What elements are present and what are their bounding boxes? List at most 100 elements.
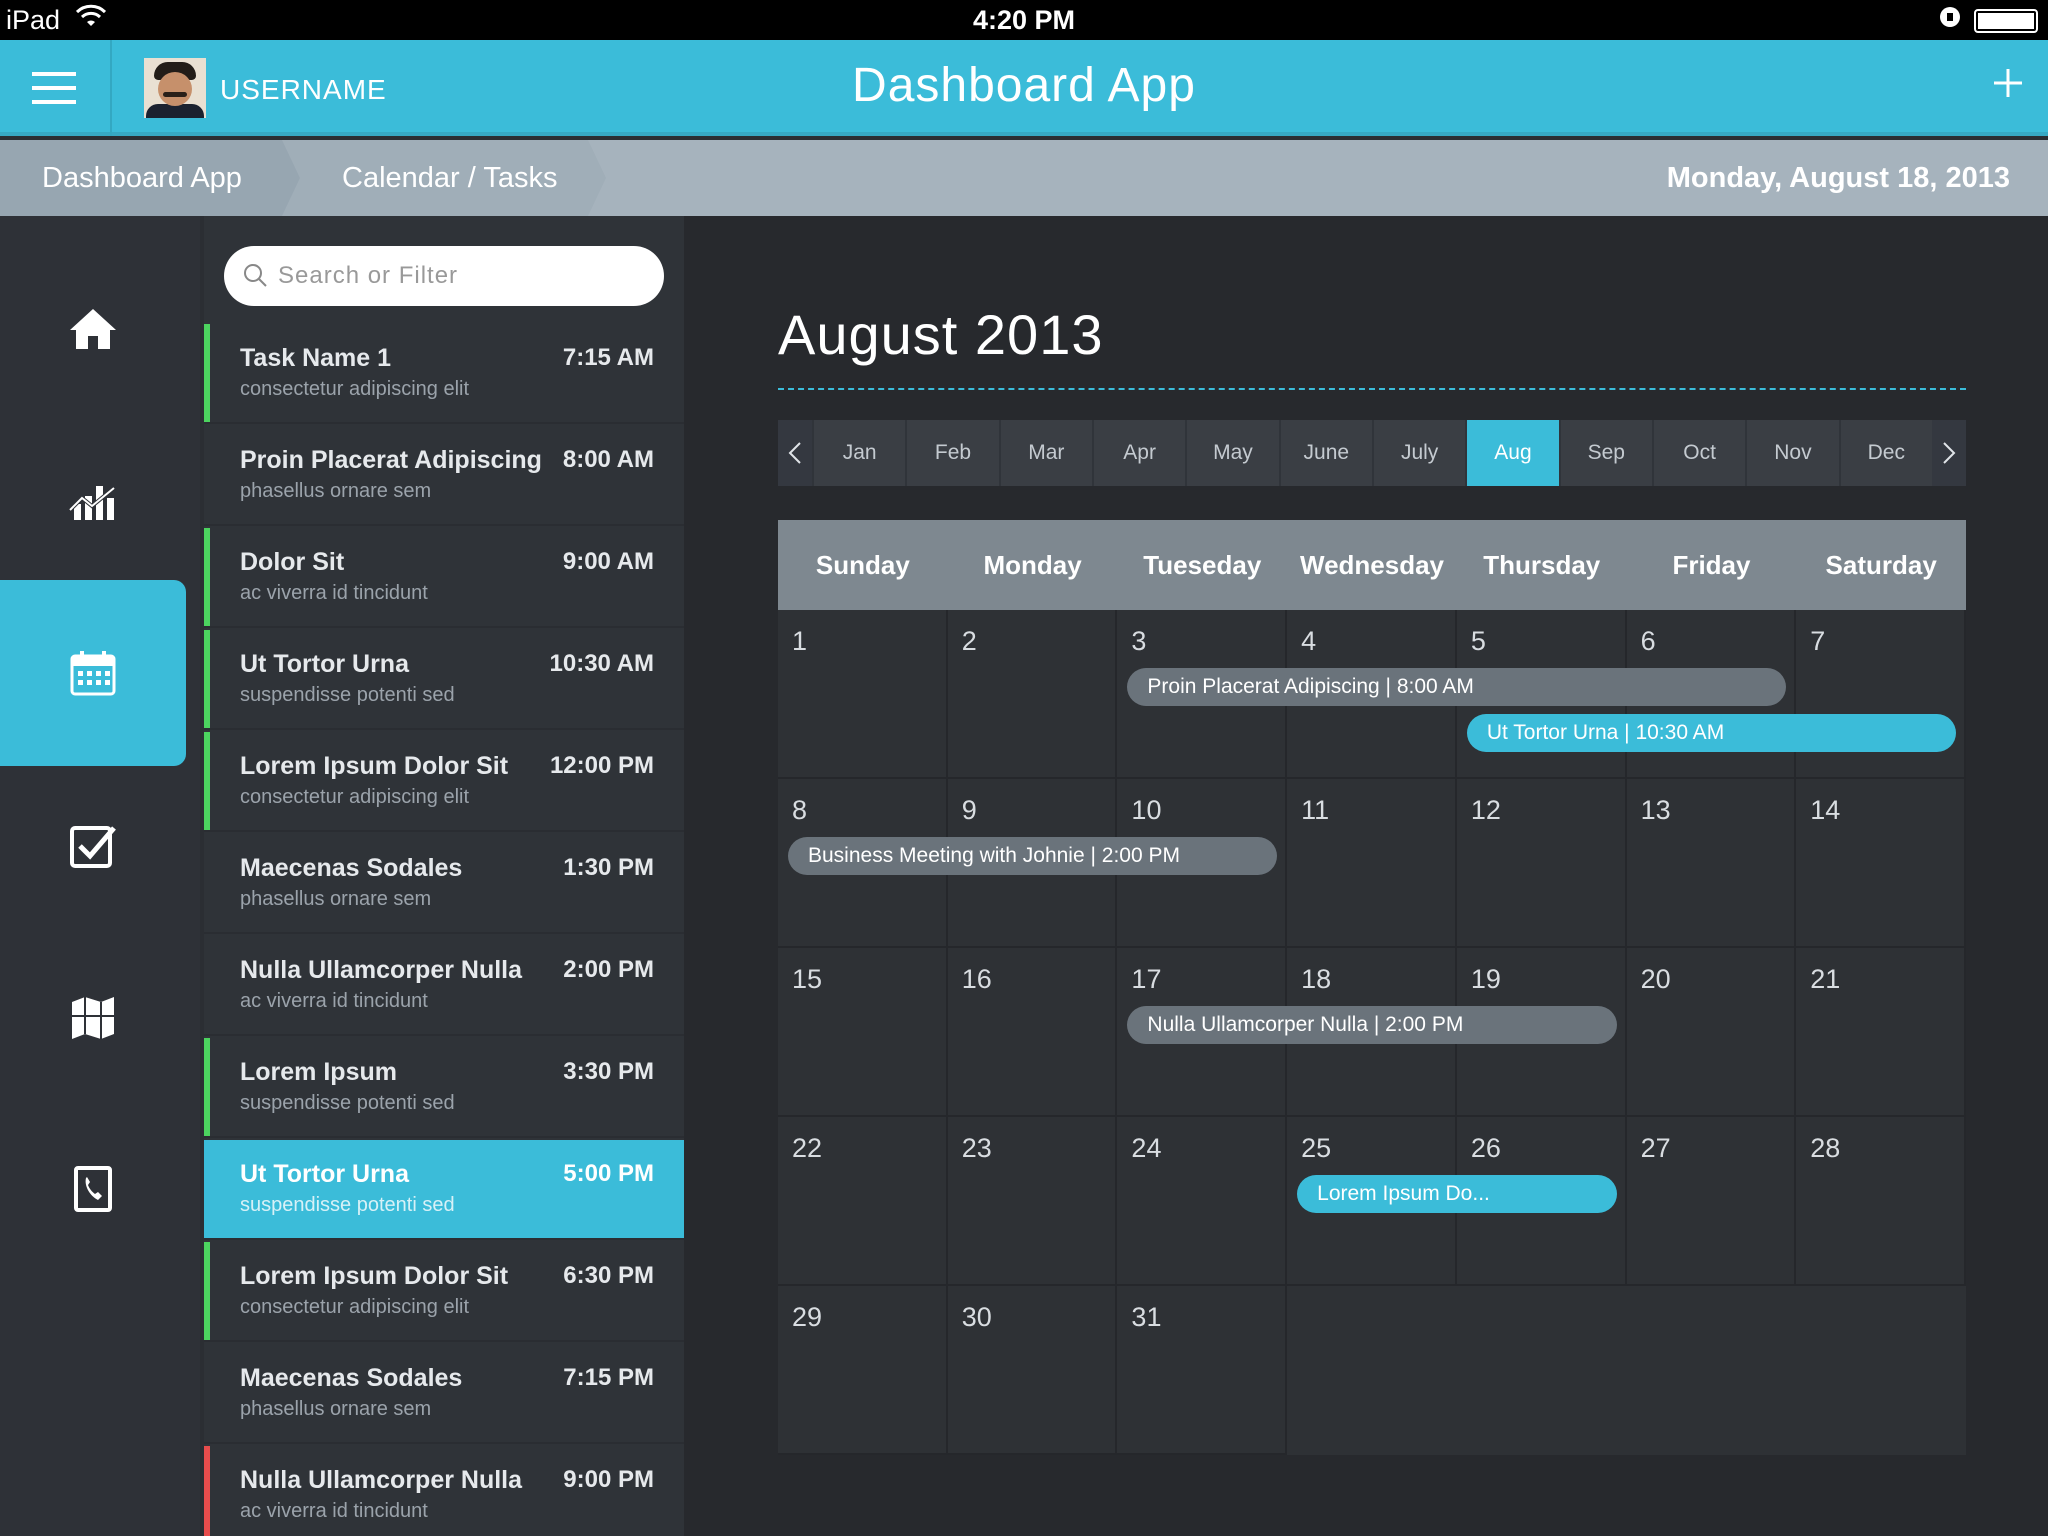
- task-description: phasellus ornare sem: [240, 888, 432, 910]
- task-description: ac viverra id tincidunt: [240, 990, 428, 1012]
- calendar-day[interactable]: 29: [778, 1286, 948, 1455]
- calendar-day[interactable]: 24: [1117, 1117, 1288, 1286]
- calendar-day[interactable]: 22: [778, 1117, 948, 1286]
- task-item[interactable]: Maecenas Sodales phasellus ornare sem 1:30…: [204, 834, 684, 934]
- month-title: August 2013: [778, 303, 1104, 366]
- task-name: Dolor Sit: [240, 548, 345, 576]
- calendar-event[interactable]: Lorem Ipsum Do...: [1297, 1175, 1617, 1213]
- task-description: ac viverra id tincidunt: [240, 1500, 428, 1522]
- calendar-day[interactable]: 27: [1626, 1117, 1797, 1286]
- calendar-icon: [70, 651, 116, 696]
- calendar-day[interactable]: 20: [1626, 948, 1797, 1117]
- month-tab[interactable]: Jan: [812, 420, 905, 486]
- calendar-event[interactable]: Business Meeting with Johnie | 2:00 PM: [788, 837, 1278, 875]
- calendar-day[interactable]: 11: [1287, 779, 1457, 948]
- title-divider: [778, 388, 1966, 390]
- nav-calendar[interactable]: [0, 580, 186, 766]
- task-item[interactable]: Nulla Ullamcorper Nulla ac viverra id tin…: [204, 1446, 684, 1536]
- day-number: 6: [1640, 626, 1656, 656]
- calendar-day[interactable]: 16: [947, 948, 1118, 1117]
- next-month-button[interactable]: [1932, 420, 1966, 486]
- task-item[interactable]: Nulla Ullamcorper Nulla ac viverra id tin…: [204, 936, 684, 1036]
- calendar-day[interactable]: 12: [1456, 779, 1627, 948]
- calendar-event[interactable]: Ut Tortor Urna | 10:30 AM: [1466, 714, 1956, 752]
- task-description: consectetur adipiscing elit: [240, 1296, 470, 1318]
- task-description: suspendisse potenti sed: [240, 684, 455, 706]
- task-name: Maecenas Sodales: [240, 1364, 463, 1392]
- task-name: Nulla Ullamcorper Nulla: [240, 956, 523, 984]
- app-title: Dashboard App: [852, 59, 1196, 112]
- month-tab[interactable]: Oct: [1651, 420, 1745, 486]
- task-name: Lorem Ipsum Dolor Sit: [240, 1262, 509, 1290]
- task-item[interactable]: Task Name 1 consectetur adipiscing elit 7:…: [204, 324, 684, 424]
- task-time: 2:00 PM: [563, 956, 654, 983]
- calendar-day[interactable]: 21: [1796, 948, 1966, 1117]
- task-item[interactable]: Ut Tortor Urna suspendisse potenti sed 10:…: [204, 630, 684, 730]
- month-tab[interactable]: Feb: [905, 420, 998, 486]
- task-name: Proin Placerat Adipiscing: [240, 446, 542, 474]
- checkbox-icon: [70, 826, 116, 868]
- add-icon[interactable]: [1992, 56, 2024, 112]
- month-tab[interactable]: Aug: [1465, 420, 1559, 486]
- task-time: 12:00 PM: [549, 752, 654, 779]
- day-number: 22: [792, 1133, 823, 1163]
- month-tab[interactable]: Nov: [1745, 420, 1838, 486]
- prev-month-button[interactable]: [778, 420, 812, 486]
- task-time: 7:15 AM: [562, 344, 654, 371]
- nav-map[interactable]: [0, 924, 186, 1110]
- task-time: 5:00 PM: [563, 1160, 654, 1187]
- calendar-day[interactable]: 2: [947, 610, 1118, 779]
- day-number: 11: [1301, 795, 1330, 825]
- nav-home[interactable]: [0, 236, 186, 422]
- task-item[interactable]: Ut Tortor Urna suspendisse potenti sed 5:0…: [204, 1140, 684, 1240]
- task-status-marker: [204, 528, 210, 626]
- task-description: ac viverra id tincidunt: [240, 582, 428, 604]
- calendar-day[interactable]: 28: [1796, 1117, 1966, 1286]
- nav-tasks[interactable]: [0, 752, 186, 938]
- calendar-day[interactable]: 14: [1796, 779, 1966, 948]
- calendar-event[interactable]: Proin Placerat Adipiscing | 8:00 AM: [1127, 668, 1787, 706]
- day-number: 25: [1301, 1133, 1332, 1163]
- search-bar[interactable]: [224, 246, 664, 306]
- task-item[interactable]: Maecenas Sodales phasellus ornare sem 7:15…: [204, 1344, 684, 1444]
- month-tab[interactable]: Mar: [998, 420, 1092, 486]
- app-header: USERNAME Dashboard App: [0, 40, 2048, 136]
- day-number: 8: [792, 795, 808, 825]
- nav-contacts[interactable]: [0, 1096, 186, 1282]
- search-input[interactable]: [278, 260, 638, 292]
- calendar-days: 1 2 3 4 5 6 7 8 9 10 11 12 13 14 15 16 17 18 19 20 21 22 23 24 2…: [778, 610, 1966, 1455]
- day-number: 14: [1810, 795, 1841, 825]
- calendar-day[interactable]: 1: [778, 610, 948, 779]
- month-tab[interactable]: Apr: [1091, 420, 1185, 486]
- task-description: consectetur adipiscing elit: [240, 378, 470, 400]
- calendar-day[interactable]: 13: [1626, 779, 1797, 948]
- month-tabs: Jan Feb Mar Apr May June July Aug Sep Oct Nov Dec: [812, 420, 1932, 486]
- day-number: 26: [1470, 1133, 1501, 1163]
- calendar-day[interactable]: 30: [947, 1286, 1118, 1455]
- month-tab[interactable]: Sep: [1558, 420, 1652, 486]
- nav-charts[interactable]: [0, 408, 186, 594]
- calendar-event[interactable]: Nulla Ullamcorper Nulla | 2:00 PM: [1127, 1006, 1617, 1044]
- day-number: 17: [1131, 964, 1162, 994]
- task-item[interactable]: Proin Placerat Adipiscing phasellus ornar…: [204, 426, 684, 526]
- month-tab[interactable]: June: [1278, 420, 1372, 486]
- month-tab[interactable]: Dec: [1838, 420, 1932, 486]
- breadcrumb-dashboard-app[interactable]: Dashboard App: [0, 140, 300, 216]
- calendar-day[interactable]: 23: [947, 1117, 1118, 1286]
- month-tab[interactable]: May: [1185, 420, 1278, 486]
- day-number: 31: [1131, 1302, 1162, 1332]
- calendar-day[interactable]: 31: [1117, 1286, 1288, 1455]
- task-item[interactable]: Lorem Ipsum Dolor Sit consectetur adipisc…: [204, 732, 684, 832]
- day-number: 21: [1810, 964, 1841, 994]
- calendar-day[interactable]: 7: [1796, 610, 1966, 779]
- weekday-label: Friday: [1672, 550, 1751, 580]
- breadcrumb-calendar-tasks[interactable]: Calendar / Tasks: [282, 140, 606, 216]
- weekday-label: Thursday: [1483, 550, 1601, 580]
- month-tab[interactable]: July: [1371, 420, 1465, 486]
- calendar-day[interactable]: 15: [778, 948, 948, 1117]
- day-number: 20: [1640, 964, 1671, 994]
- task-item[interactable]: Lorem Ipsum suspendisse potenti sed 3:30 P…: [204, 1038, 684, 1138]
- task-item[interactable]: Lorem Ipsum Dolor Sit consectetur adipisc…: [204, 1242, 684, 1342]
- task-item[interactable]: Dolor Sit ac viverra id tincidunt 9:00 AM: [204, 528, 684, 628]
- task-name: Maecenas Sodales: [240, 854, 463, 882]
